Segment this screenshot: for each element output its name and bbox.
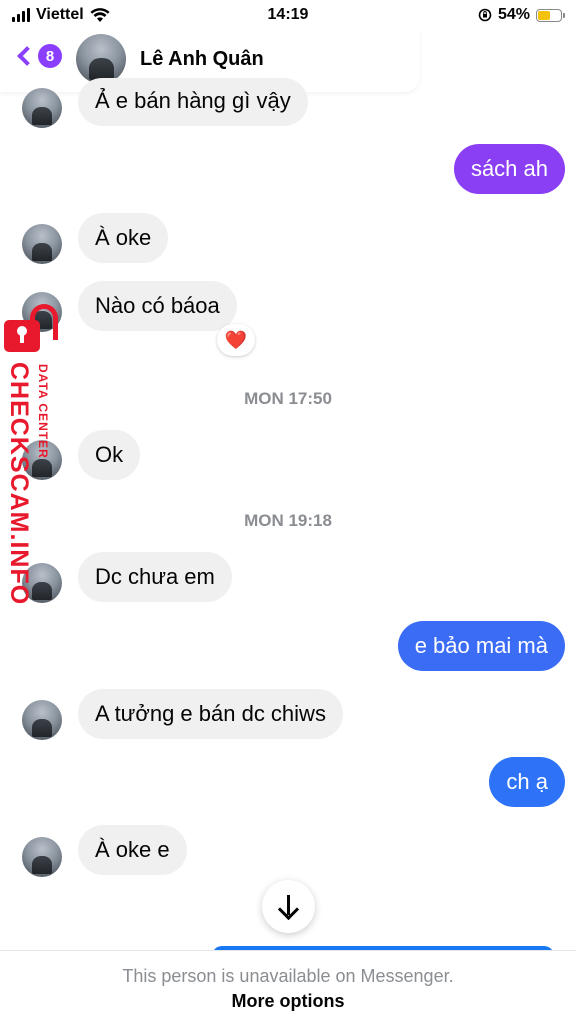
message-avatar[interactable] bbox=[22, 700, 62, 740]
status-bar: Viettel 14:19 54% bbox=[0, 0, 576, 30]
watermark-subtext: DATA CENTER bbox=[36, 364, 50, 459]
unavailable-notice: This person is unavailable on Messenger. bbox=[122, 966, 454, 986]
unread-count-badge: 8 bbox=[38, 44, 62, 68]
battery-level bbox=[538, 10, 550, 20]
battery-percent: 54% bbox=[497, 6, 530, 23]
message-incoming[interactable]: Ả e bán hàng gì vậy bbox=[78, 78, 308, 126]
message-incoming[interactable]: À oke bbox=[78, 213, 169, 263]
message-avatar[interactable] bbox=[22, 88, 62, 128]
message-timestamp: MON 17:50 bbox=[244, 389, 332, 408]
contact-name[interactable]: Lê Anh Quân bbox=[140, 48, 264, 71]
chevron-left-icon bbox=[17, 46, 37, 66]
battery-icon bbox=[536, 8, 565, 22]
heart-reaction-icon[interactable]: ❤️ bbox=[217, 324, 255, 356]
message-incoming[interactable]: Dc chưa em bbox=[78, 552, 232, 602]
status-right: 54% bbox=[478, 6, 565, 24]
message-incoming[interactable]: À oke e bbox=[78, 825, 187, 875]
message-outgoing[interactable]: e bảo mai mà bbox=[397, 621, 565, 671]
contact-avatar[interactable] bbox=[76, 34, 126, 84]
message-incoming[interactable]: Ok bbox=[78, 430, 141, 480]
watermark-keyhole-slot bbox=[20, 333, 24, 343]
message-incoming[interactable]: A tưởng e bán dc chiws bbox=[78, 689, 343, 739]
unavailable-footer bbox=[0, 950, 576, 1024]
message-outgoing[interactable]: ch ạ bbox=[489, 757, 565, 807]
message-timestamp: MON 19:18 bbox=[244, 511, 332, 530]
back-button[interactable]: 8 bbox=[16, 44, 62, 68]
scroll-to-bottom-button[interactable] bbox=[262, 880, 315, 933]
message-avatar[interactable] bbox=[22, 224, 62, 264]
message-outgoing[interactable]: sách ah bbox=[453, 144, 565, 194]
message-avatar[interactable] bbox=[22, 837, 62, 877]
more-options-button[interactable]: More options bbox=[0, 991, 576, 1012]
orientation-lock-icon bbox=[478, 8, 492, 22]
watermark-text: CHECKSCAM.INFO bbox=[5, 362, 33, 606]
message-incoming[interactable]: Nào có báoa bbox=[78, 281, 237, 331]
